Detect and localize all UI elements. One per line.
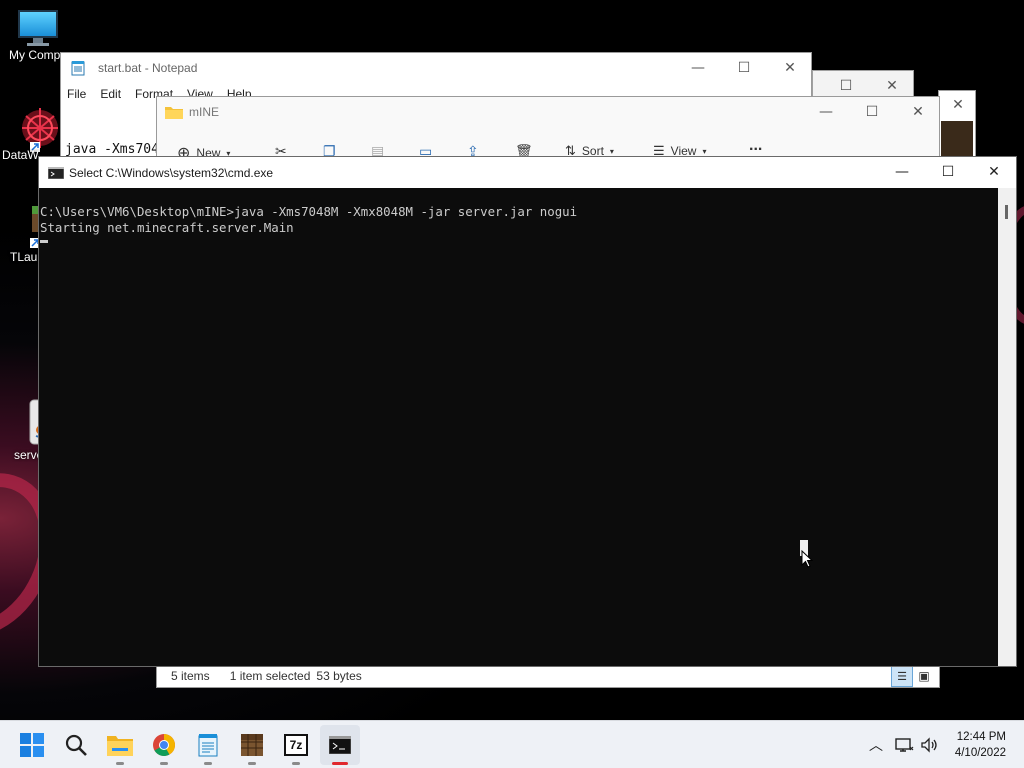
- system-tray: ︿: [864, 721, 940, 768]
- console-line: Starting net.minecraft.server.Main: [40, 220, 294, 235]
- details-view-icon[interactable]: ☰: [891, 665, 913, 687]
- taskbar-notepad[interactable]: [188, 725, 228, 765]
- clock-date: 4/10/2022: [954, 747, 1006, 759]
- explorer-title: mINE: [189, 105, 219, 119]
- scrollbar-thumb[interactable]: [1005, 205, 1008, 219]
- selection-count: 1 item selected: [229, 669, 311, 683]
- close-icon: ✕: [952, 97, 964, 113]
- monitor-icon: [16, 10, 60, 46]
- menu-edit[interactable]: Edit: [100, 87, 121, 101]
- chevron-up-icon[interactable]: ︿: [864, 735, 888, 755]
- cmd-console[interactable]: C:\Users\VM6\Desktop\mINE>java -Xms7048M…: [39, 188, 999, 666]
- maximize-button[interactable]: ☐: [925, 157, 971, 187]
- close-button[interactable]: ✕: [895, 97, 941, 127]
- chevron-down-icon: ▾: [609, 146, 614, 156]
- cmd-scrollbar[interactable]: [998, 188, 1016, 666]
- cmd-icon: [48, 166, 64, 179]
- notepad-title: start.bat - Notepad: [98, 61, 198, 75]
- folder-icon: [165, 107, 183, 119]
- running-indicator: [292, 762, 300, 765]
- clock-time: 12:44 PM: [956, 731, 1006, 743]
- chevron-down-icon: ▾: [702, 146, 707, 156]
- network-icon[interactable]: [894, 737, 914, 753]
- notepad-icon: [71, 61, 85, 76]
- minimize-button[interactable]: —: [879, 157, 925, 187]
- running-indicator: [204, 762, 212, 765]
- image-thumbnail: [941, 121, 973, 157]
- 7zip-label: 7z: [289, 738, 303, 752]
- tiles-view-icon[interactable]: ▣: [913, 665, 935, 687]
- taskbar-chrome[interactable]: [144, 725, 184, 765]
- file-explorer-icon: [107, 736, 133, 756]
- cmd-titlebar[interactable]: Select C:\Windows\system32\cmd.exe — ☐ ✕: [39, 157, 1016, 188]
- minecraft-icon: [241, 734, 263, 756]
- console-line: C:\Users\VM6\Desktop\mINE>java -Xms7048M…: [40, 204, 578, 219]
- taskbar-minecraft[interactable]: [232, 725, 272, 765]
- start-button[interactable]: [12, 725, 52, 765]
- taskbar-clock[interactable]: 12:44 PM 4/10/2022: [955, 729, 1006, 761]
- close-button[interactable]: ✕: [767, 53, 813, 83]
- more-options-button[interactable]: ...: [749, 137, 762, 155]
- item-count: 5 items: [171, 669, 210, 683]
- explorer-statusbar: 5 items 1 item selected 53 bytes ☰ ▣: [157, 665, 939, 687]
- taskbar-7zip[interactable]: 7z: [276, 725, 316, 765]
- more-icon: ...: [749, 137, 763, 154]
- notepad-icon: [198, 734, 218, 757]
- selection-size: 53 bytes: [316, 669, 362, 683]
- menu-file[interactable]: File: [67, 87, 86, 101]
- active-indicator: [332, 762, 348, 765]
- cmd-window[interactable]: Select C:\Windows\system32\cmd.exe — ☐ ✕…: [38, 156, 1017, 667]
- datawrapper-icon: [22, 108, 58, 152]
- mouse-pointer-icon: [801, 550, 813, 568]
- cmd-title: Select C:\Windows\system32\cmd.exe: [69, 165, 274, 180]
- minimize-button[interactable]: —: [675, 53, 721, 83]
- 7zip-icon: 7z: [284, 734, 308, 756]
- running-indicator: [160, 762, 168, 765]
- taskbar: 7z ︿ 12:44 PM 4/10/2022: [0, 720, 1024, 768]
- maximize-button[interactable]: ☐: [849, 97, 895, 127]
- minimize-button[interactable]: —: [803, 97, 849, 127]
- running-indicator: [248, 762, 256, 765]
- volume-icon[interactable]: [920, 737, 940, 753]
- running-indicator: [116, 762, 124, 765]
- background-window: ✕: [938, 90, 976, 160]
- search-icon: [65, 734, 87, 756]
- chrome-icon: [153, 734, 175, 756]
- close-button[interactable]: ✕: [971, 157, 1017, 187]
- cmd-icon: [329, 736, 351, 754]
- notepad-titlebar[interactable]: start.bat - Notepad — ☐ ✕: [61, 53, 811, 83]
- text-cursor: [40, 240, 48, 243]
- start-icon: [20, 733, 44, 757]
- search-button[interactable]: [56, 725, 96, 765]
- taskbar-cmd[interactable]: [320, 725, 360, 765]
- taskbar-file-explorer[interactable]: [100, 725, 140, 765]
- explorer-titlebar[interactable]: mINE — ☐ ✕: [157, 97, 939, 127]
- maximize-button[interactable]: ☐: [721, 53, 767, 83]
